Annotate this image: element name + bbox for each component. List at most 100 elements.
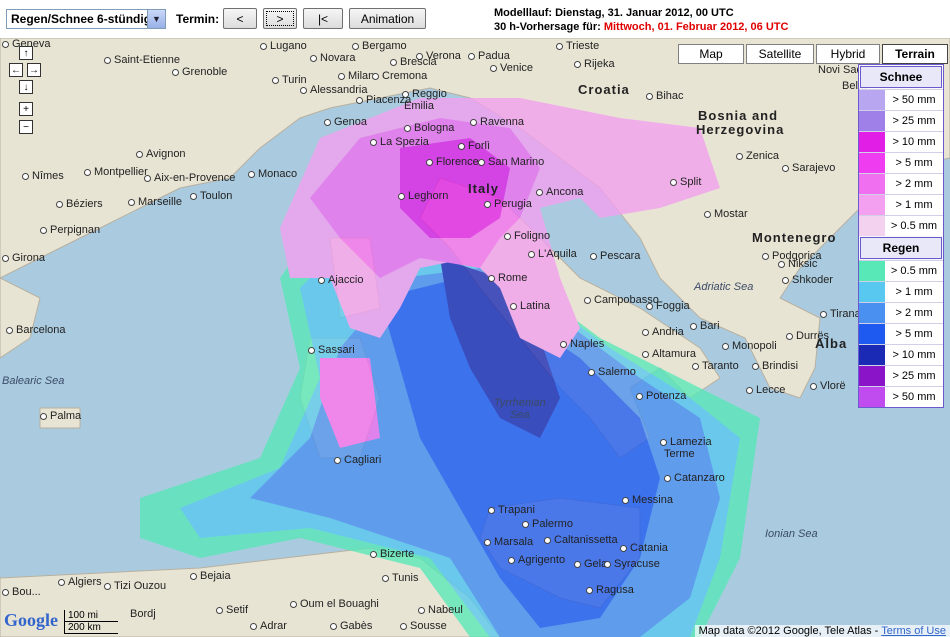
label-novara: Novara — [310, 52, 355, 64]
snow-row: > 25 mm — [859, 110, 943, 131]
rain-label: > 0.5 mm — [885, 261, 943, 281]
label-syracuse: Syracuse — [604, 558, 660, 570]
label-marseille: Marseille — [128, 196, 182, 208]
label-tirana: Tirana — [820, 308, 861, 320]
snow-swatch — [859, 195, 885, 215]
label-laquila: L'Aquila — [528, 248, 577, 260]
legend: Schnee > 50 mm > 25 mm > 10 mm > 5 mm > 2 mm… — [858, 64, 944, 408]
label-marsala: Marsala — [484, 536, 533, 548]
animation-button[interactable]: Animation — [349, 8, 426, 29]
label-nimes: Nîmes — [22, 170, 64, 182]
label-avignon: Avignon — [136, 148, 186, 160]
label-saint-etienne: Saint-Etienne — [104, 54, 180, 66]
forecast-prefix: 30 h-Vorhersage für: — [494, 21, 604, 33]
map-type-map[interactable]: Map — [678, 44, 744, 64]
rain-row: > 25 mm — [859, 365, 943, 386]
label-zenica: Zenica — [736, 150, 779, 162]
forecast-time: 30 h-Vorhersage für: Mittwoch, 01. Febru… — [494, 20, 788, 34]
rain-row: > 1 mm — [859, 281, 943, 302]
label-grenoble: Grenoble — [172, 66, 227, 78]
label-brindisi: Brindisi — [752, 360, 798, 372]
scale-mi: 100 mi — [64, 610, 118, 622]
label-bordj: Bordj — [130, 608, 156, 620]
next-button[interactable]: > — [263, 8, 297, 29]
toolbar: Regen/Schnee 6-stündig ▼ Termin: < > |< … — [0, 0, 950, 38]
map-canvas[interactable]: Croatia Bosnia and Herzegovina Montenegr… — [0, 38, 950, 637]
snow-label: > 50 mm — [885, 90, 943, 110]
prev-button[interactable]: < — [223, 8, 257, 29]
label-forli: Forlì — [458, 140, 490, 152]
label-catanzaro: Catanzaro — [664, 472, 725, 484]
label-monaco: Monaco — [248, 168, 297, 180]
rain-label: > 5 mm — [885, 324, 943, 344]
label-trapani: Trapani — [488, 504, 535, 516]
rain-label: > 25 mm — [885, 366, 943, 386]
label-catania: Catania — [620, 542, 668, 554]
label-cremona: Cremona — [372, 70, 427, 82]
rain-row: > 0.5 mm — [859, 260, 943, 281]
label-algiers: Algiers — [58, 576, 102, 588]
label-emilia: Emilia — [404, 100, 434, 112]
label-ragusa: Ragusa — [586, 584, 634, 596]
rain-label: > 2 mm — [885, 303, 943, 323]
zoom-out-icon[interactable]: − — [19, 120, 33, 134]
scale-bar: 100 mi 200 km — [64, 610, 118, 634]
label-sousse: Sousse — [400, 620, 447, 632]
rain-swatch — [859, 387, 885, 407]
label-barcelona: Barcelona — [6, 324, 66, 336]
label-sarajevo: Sarajevo — [782, 162, 835, 174]
label-mostar: Mostar — [704, 208, 748, 220]
label-ajaccio: Ajaccio — [318, 274, 363, 286]
label-palma: Palma — [40, 410, 81, 422]
rain-row: > 2 mm — [859, 302, 943, 323]
label-durres: Durrës — [786, 330, 829, 342]
rain-row: > 50 mm — [859, 386, 943, 407]
label-salerno: Salerno — [588, 366, 636, 378]
label-lecce: Lecce — [746, 384, 785, 396]
snow-label: > 1 mm — [885, 195, 943, 215]
pan-down-icon[interactable]: ↓ — [19, 80, 33, 94]
zoom-in-icon[interactable]: + — [19, 102, 33, 116]
label-campobasso: Campobasso — [584, 294, 659, 306]
attribution-text: Map data ©2012 Google, Tele Atlas - — [698, 625, 882, 637]
snow-swatch — [859, 216, 885, 236]
rain-swatch — [859, 366, 885, 386]
product-select-value: Regen/Schnee 6-stündig — [11, 12, 152, 26]
legend-rain-list: > 0.5 mm > 1 mm > 2 mm > 5 mm > 10 mm > 25 mm… — [859, 260, 943, 407]
label-gabes: Gabès — [330, 620, 372, 632]
map-type-satellite[interactable]: Satellite — [746, 44, 814, 64]
label-messina: Messina — [622, 494, 673, 506]
terms-link[interactable]: Terms of Use — [881, 625, 946, 637]
label-tyrrhenian: Tyrrhenian — [494, 397, 546, 409]
chevron-down-icon[interactable]: ▼ — [147, 10, 165, 28]
rain-swatch — [859, 345, 885, 365]
product-select[interactable]: Regen/Schnee 6-stündig ▼ — [6, 9, 166, 29]
label-lamezia: Lamezia — [660, 436, 712, 448]
label-nabeul: Nabeul — [418, 604, 463, 616]
first-button[interactable]: |< — [303, 8, 343, 29]
map-type-hybrid[interactable]: Hybrid — [816, 44, 880, 64]
label-tyrrhenian-sea: Sea — [510, 409, 530, 421]
label-split: Split — [670, 176, 701, 188]
map-type-terrain[interactable]: Terrain — [882, 44, 948, 64]
label-taranto: Taranto — [692, 360, 739, 372]
label-toulon: Toulon — [190, 190, 232, 202]
google-logo: Google — [4, 610, 58, 631]
iberia-coast — [0, 277, 41, 359]
snow-row: > 1 mm — [859, 194, 943, 215]
label-bizerte: Bizerte — [370, 548, 414, 560]
pan-right-icon[interactable]: → — [27, 63, 41, 77]
label-rome: Rome — [488, 272, 527, 284]
snow-row: > 10 mm — [859, 131, 943, 152]
label-setif: Setif — [216, 604, 248, 616]
snow-row: > 5 mm — [859, 152, 943, 173]
pan-left-icon[interactable]: ← — [9, 63, 23, 77]
google-logo-text: Google — [4, 610, 58, 630]
label-bari: Bari — [690, 320, 720, 332]
label-florence: Florence — [426, 156, 479, 168]
label-lugano: Lugano — [260, 40, 307, 52]
label-monopoli: Monopoli — [722, 340, 777, 352]
legend-snow-title: Schnee — [860, 66, 942, 88]
pan-up-icon[interactable]: ↑ — [19, 46, 33, 60]
label-verona: Verona — [416, 50, 461, 62]
